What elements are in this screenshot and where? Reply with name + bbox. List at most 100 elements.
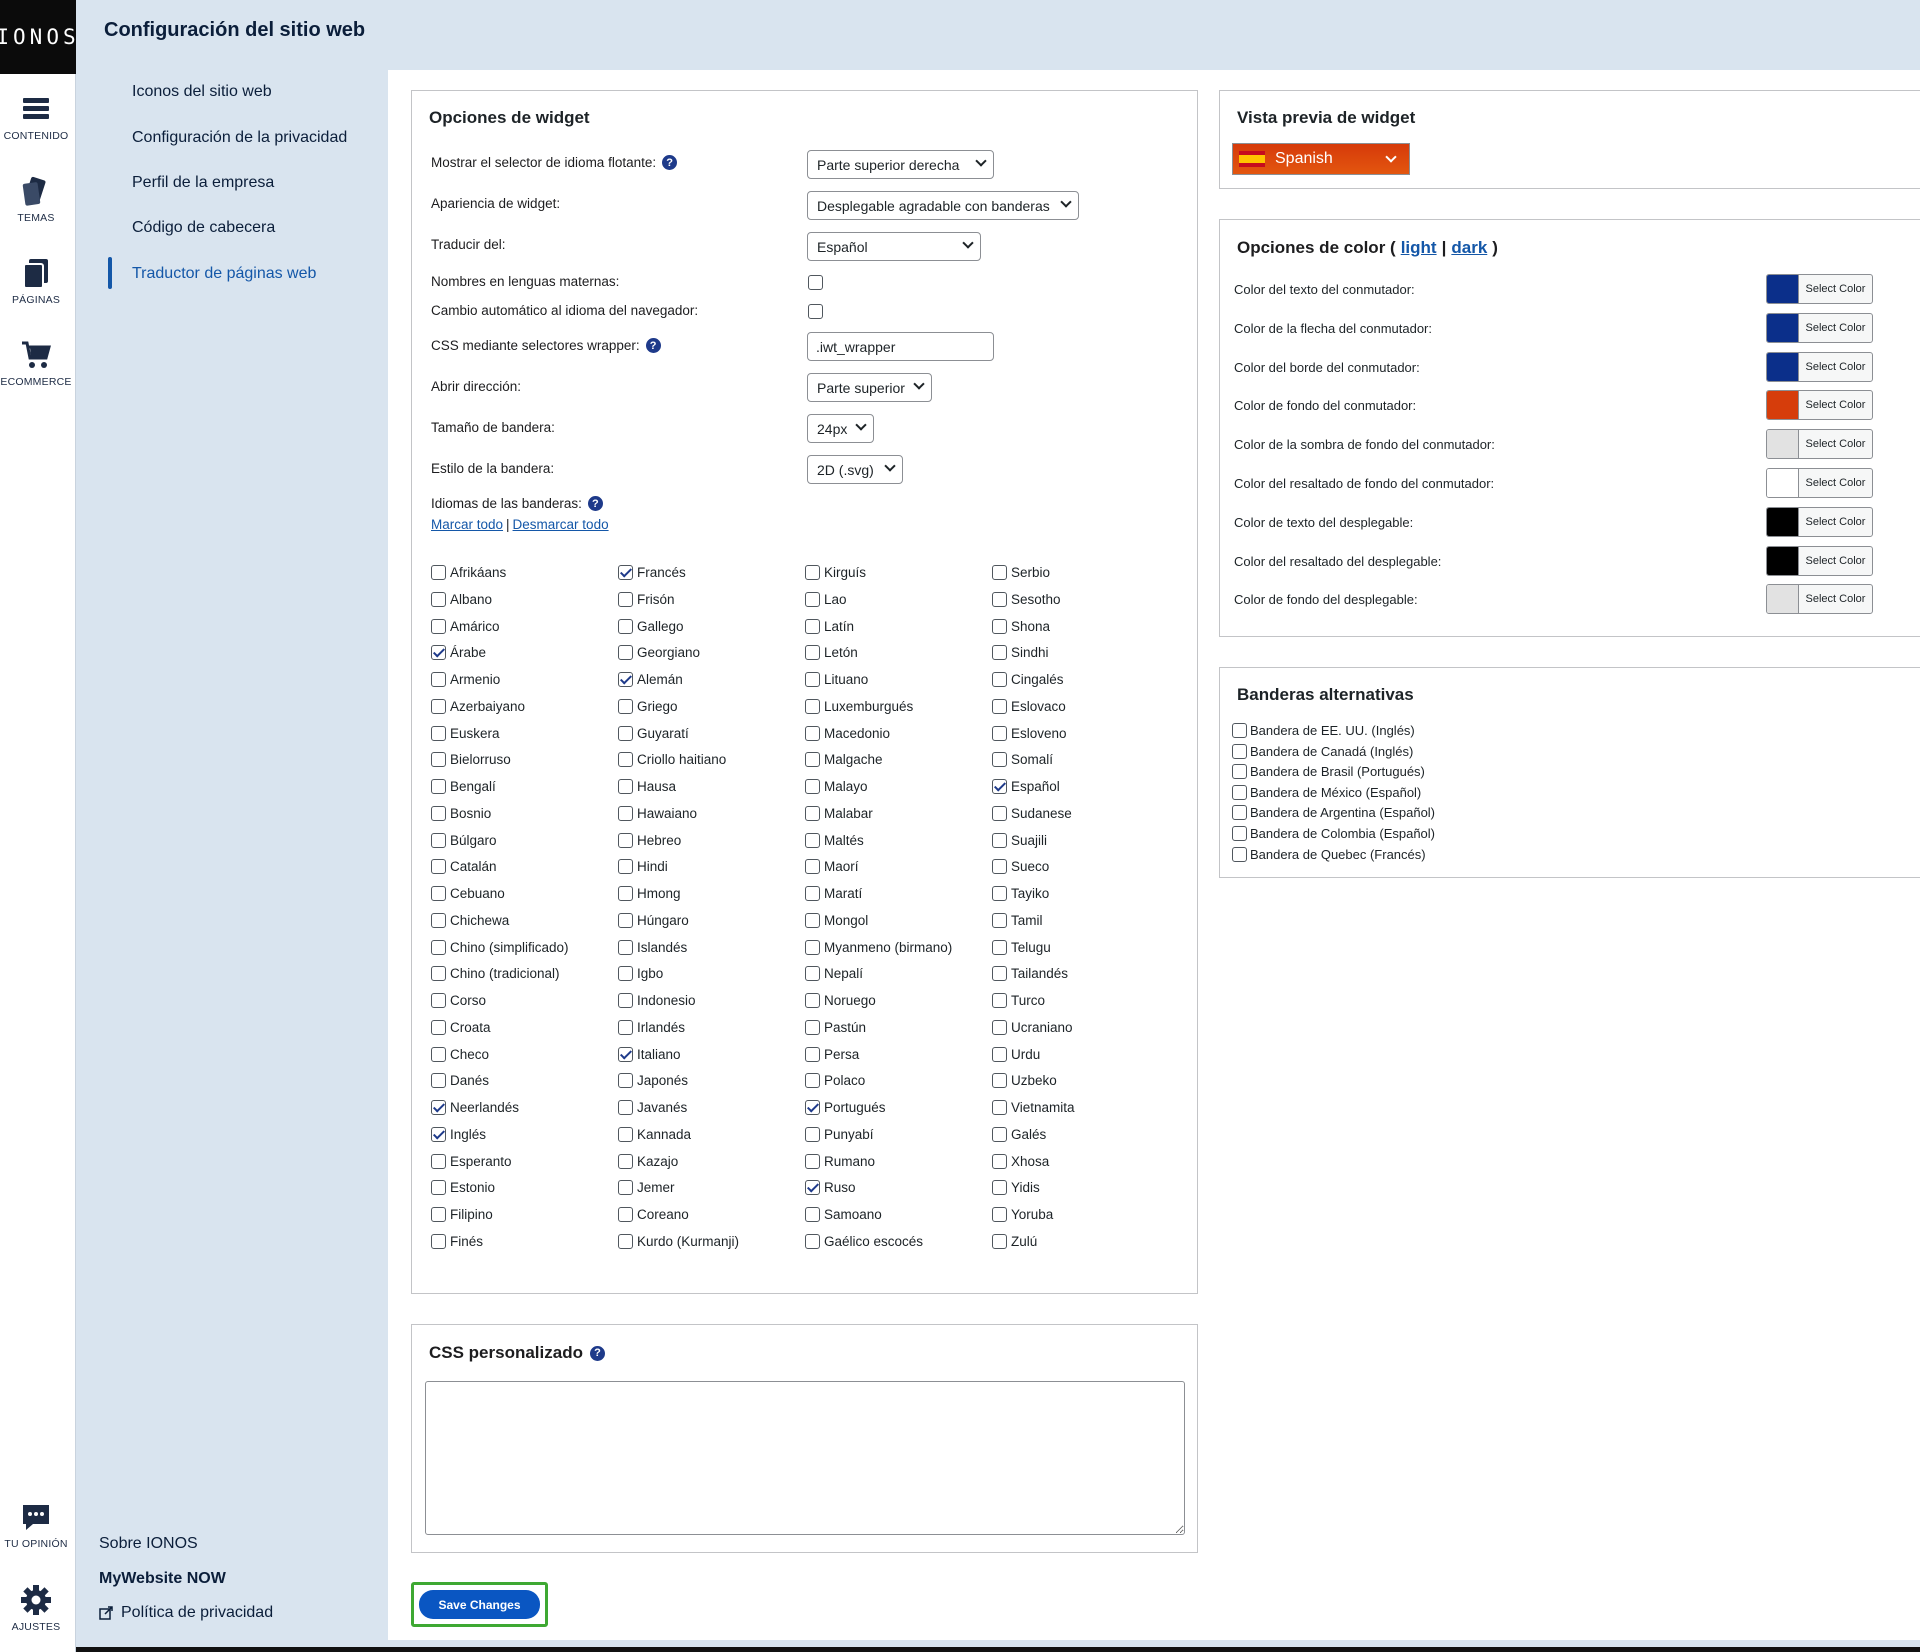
language-option[interactable]: Coreano: [618, 1207, 689, 1222]
alt-flag-option[interactable]: Bandera de Quebec (Francés): [1232, 846, 1426, 862]
language-checkbox[interactable]: [618, 1073, 633, 1089]
language-checkbox[interactable]: [618, 1180, 633, 1196]
language-checkbox[interactable]: [992, 1126, 1007, 1142]
language-option[interactable]: Danés: [431, 1073, 489, 1089]
language-option[interactable]: Uzbeko: [992, 1073, 1057, 1089]
language-checkbox[interactable]: [431, 1100, 446, 1115]
language-option[interactable]: Kirguís: [805, 565, 866, 580]
language-checkbox[interactable]: [431, 993, 446, 1008]
light-preset-link[interactable]: light: [1401, 238, 1437, 258]
language-checkbox[interactable]: [805, 912, 820, 928]
language-option[interactable]: Ruso: [805, 1180, 856, 1196]
language-option[interactable]: Lituano: [805, 672, 868, 687]
alt-flag-option[interactable]: Bandera de Canadá (Inglés): [1232, 743, 1413, 759]
language-checkbox[interactable]: [992, 886, 1007, 901]
subnav-item-translator[interactable]: Traductor de páginas web: [132, 265, 316, 283]
language-option[interactable]: Luxemburgués: [805, 698, 913, 714]
language-checkbox[interactable]: [992, 779, 1007, 794]
language-option[interactable]: Malayo: [805, 779, 868, 794]
language-option[interactable]: Turco: [992, 993, 1045, 1008]
language-option[interactable]: Irlandés: [618, 1019, 685, 1035]
language-option[interactable]: Persa: [805, 1046, 859, 1062]
language-checkbox[interactable]: [431, 725, 446, 741]
language-option[interactable]: Bielorruso: [431, 752, 511, 768]
language-checkbox[interactable]: [805, 859, 820, 875]
language-option[interactable]: Yoruba: [992, 1207, 1053, 1222]
language-checkbox[interactable]: [618, 645, 633, 661]
language-option[interactable]: Portugués: [805, 1100, 886, 1115]
language-checkbox[interactable]: [805, 1126, 820, 1142]
language-option[interactable]: Criollo haitiano: [618, 752, 726, 768]
check-all-link[interactable]: Marcar todo: [431, 517, 503, 532]
language-checkbox[interactable]: [992, 752, 1007, 768]
language-option[interactable]: Eslovaco: [992, 698, 1066, 714]
language-option[interactable]: Kazajo: [618, 1153, 678, 1169]
select-color-button[interactable]: Select Color: [1766, 545, 1873, 576]
language-checkbox[interactable]: [431, 859, 446, 875]
language-option[interactable]: Nepalí: [805, 966, 863, 982]
language-option[interactable]: Polaco: [805, 1073, 865, 1089]
language-checkbox[interactable]: [805, 1073, 820, 1089]
language-checkbox[interactable]: [992, 1046, 1007, 1062]
help-icon[interactable]: ?: [645, 338, 661, 353]
language-checkbox[interactable]: [618, 939, 633, 955]
language-checkbox[interactable]: [992, 565, 1007, 580]
wrapper-input[interactable]: .iwt_wrapper: [807, 332, 994, 361]
custom-css-textarea[interactable]: [425, 1381, 1185, 1535]
language-checkbox[interactable]: [805, 565, 820, 580]
language-checkbox[interactable]: [618, 993, 633, 1008]
flag-style-select[interactable]: 2D (.svg): [807, 455, 903, 484]
language-option[interactable]: Sindhi: [992, 645, 1049, 661]
language-checkbox[interactable]: [431, 1126, 446, 1142]
language-checkbox[interactable]: [618, 1207, 633, 1222]
rail-item-feedback[interactable]: TU OPINIÓN: [0, 1500, 72, 1550]
language-checkbox[interactable]: [618, 752, 633, 768]
alt-flag-checkbox[interactable]: [1232, 743, 1247, 759]
language-checkbox[interactable]: [431, 1046, 446, 1062]
language-option[interactable]: Yidis: [992, 1180, 1040, 1196]
language-option[interactable]: Inglés: [431, 1126, 486, 1142]
language-checkbox[interactable]: [805, 993, 820, 1008]
open-direction-select[interactable]: Parte superior: [807, 373, 932, 402]
language-option[interactable]: Samoano: [805, 1207, 882, 1222]
language-option[interactable]: Búlgaro: [431, 832, 497, 848]
language-option[interactable]: Sudanese: [992, 805, 1072, 821]
help-icon[interactable]: ?: [662, 155, 678, 170]
language-option[interactable]: Tailandés: [992, 966, 1068, 982]
language-option[interactable]: Georgiano: [618, 645, 700, 661]
language-checkbox[interactable]: [805, 618, 820, 634]
language-option[interactable]: Cebuano: [431, 886, 505, 901]
subnav-item-header-code[interactable]: Código de cabecera: [132, 219, 275, 237]
language-option[interactable]: Hebreo: [618, 832, 681, 848]
subnav-item-company-profile[interactable]: Perfil de la empresa: [132, 174, 274, 192]
language-checkbox[interactable]: [618, 698, 633, 714]
language-option[interactable]: Urdu: [992, 1046, 1040, 1062]
language-checkbox[interactable]: [992, 698, 1007, 714]
language-option[interactable]: Xhosa: [992, 1153, 1049, 1169]
rail-item-ecommerce[interactable]: ECOMMERCE: [0, 338, 72, 388]
language-option[interactable]: Kurdo (Kurmanji): [618, 1233, 739, 1249]
language-option[interactable]: Finés: [431, 1233, 483, 1249]
language-option[interactable]: Zulú: [992, 1233, 1037, 1249]
language-checkbox[interactable]: [618, 832, 633, 848]
language-checkbox[interactable]: [992, 805, 1007, 821]
language-checkbox[interactable]: [431, 1233, 446, 1249]
language-option[interactable]: Macedonio: [805, 725, 890, 741]
language-option[interactable]: Húngaro: [618, 912, 689, 928]
language-checkbox[interactable]: [805, 672, 820, 687]
language-checkbox[interactable]: [805, 832, 820, 848]
language-checkbox[interactable]: [992, 618, 1007, 634]
language-option[interactable]: Bengalí: [431, 779, 496, 794]
language-checkbox[interactable]: [805, 779, 820, 794]
about-ionos-link[interactable]: Sobre IONOS: [99, 1535, 198, 1553]
select-color-button[interactable]: Select Color: [1766, 429, 1873, 460]
language-checkbox[interactable]: [618, 886, 633, 901]
language-option[interactable]: Ucraniano: [992, 1019, 1073, 1035]
language-option[interactable]: Francés: [618, 565, 686, 580]
language-checkbox[interactable]: [805, 1207, 820, 1222]
alt-flag-option[interactable]: Bandera de Argentina (Español): [1232, 805, 1435, 821]
language-checkbox[interactable]: [431, 939, 446, 955]
language-option[interactable]: Japonés: [618, 1073, 688, 1089]
language-checkbox[interactable]: [992, 993, 1007, 1008]
language-option[interactable]: Tamil: [992, 912, 1043, 928]
